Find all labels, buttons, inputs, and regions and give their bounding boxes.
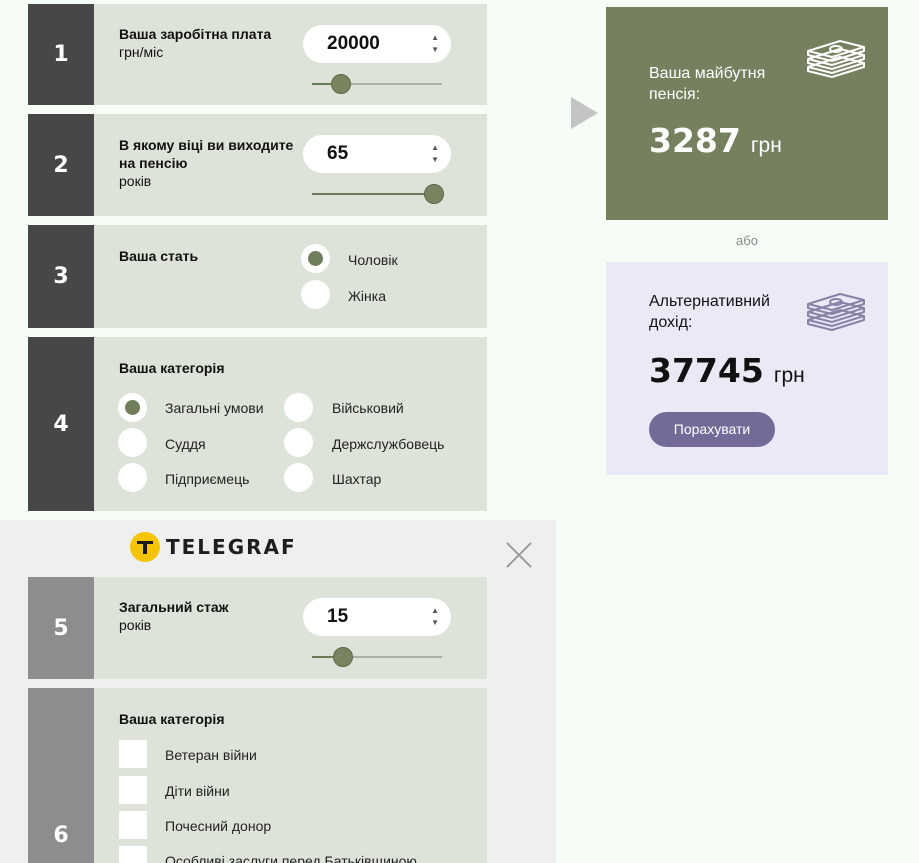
step-number: 2 xyxy=(28,114,94,216)
step-number: 3 xyxy=(28,225,94,328)
telegraf-logo: TELEGRAF xyxy=(130,532,297,562)
slider-handle[interactable] xyxy=(333,647,354,667)
telegraf-overlay: TELEGRAF 5 Загальний стаж років 15 ▲ ▼ 6 … xyxy=(0,520,556,863)
experience-slider[interactable] xyxy=(312,647,442,667)
slider-handle[interactable] xyxy=(330,74,351,94)
salary-title: Ваша заробітна плата xyxy=(119,26,272,42)
step-retirement-age: 2 В якому віці ви виходите на пенсію рок… xyxy=(28,114,487,216)
play-arrow-icon xyxy=(571,97,598,129)
age-value: 65 xyxy=(327,143,349,164)
category-radio-judge[interactable] xyxy=(118,428,147,457)
label-honorary-donor: Почесний донор xyxy=(165,818,272,834)
telegraf-wordmark: TELEGRAF xyxy=(166,535,297,559)
gender-radio-female[interactable] xyxy=(301,280,330,309)
pension-label-line1: Ваша майбутня xyxy=(649,65,766,82)
category-radio-miner[interactable] xyxy=(284,463,313,492)
experience-label: Загальний стаж років xyxy=(119,598,229,634)
category-label-civil-servant: Держслужбовець xyxy=(332,436,445,452)
calculate-button[interactable]: Порахувати xyxy=(649,412,775,447)
step-number: 6 xyxy=(28,688,94,863)
age-stepper[interactable]: 65 ▲ ▼ xyxy=(303,135,451,173)
slider-fill xyxy=(312,193,435,195)
category-label-military: Військовий xyxy=(332,400,404,416)
step-number: 4 xyxy=(28,337,94,511)
age-label: В якому віці ви виходите на пенсію років xyxy=(119,136,293,190)
age-title-line1: В якому віці ви виходите xyxy=(119,137,294,153)
age-title-line2: на пенсію xyxy=(119,155,188,171)
telegraf-t-icon xyxy=(130,532,160,562)
checkbox-war-veteran[interactable] xyxy=(119,740,147,768)
alt-income-value: 37745 xyxy=(649,351,764,390)
experience-unit: років xyxy=(119,617,152,633)
pension-amount-unit: грн xyxy=(750,134,782,157)
category-radio-civil-servant[interactable] xyxy=(284,428,313,457)
label-special-merit: Особливі заслуги перед Батьківщиною xyxy=(165,853,417,863)
category-title: Ваша категорія xyxy=(119,360,225,376)
money-stack-icon xyxy=(807,293,865,331)
pension-result-panel: Ваша майбутня пенсія: 3287 грн xyxy=(606,7,888,220)
category-radio-military[interactable] xyxy=(284,393,313,422)
category-label-entrepreneur: Підприємець xyxy=(165,471,250,487)
age-slider[interactable] xyxy=(312,184,445,204)
alt-income-unit: грн xyxy=(773,364,805,387)
step-work-experience: 5 Загальний стаж років 15 ▲ ▼ xyxy=(28,577,487,679)
money-stack-icon xyxy=(807,40,865,78)
close-icon[interactable] xyxy=(506,542,532,568)
salary-label: Ваша заробітна плата грн/міс xyxy=(119,25,271,61)
gender-label-male: Чоловік xyxy=(348,252,398,268)
or-separator: або xyxy=(736,233,758,248)
alt-income-amount: 37745 грн xyxy=(649,351,805,390)
category-radio-general[interactable] xyxy=(118,393,147,422)
alternative-income-panel: Альтернативний дохід: 37745 грн Порахуват… xyxy=(606,262,888,475)
experience-stepper[interactable]: 15 ▲ ▼ xyxy=(303,598,451,636)
experience-value: 15 xyxy=(327,606,349,627)
category-radio-entrepreneur[interactable] xyxy=(118,463,147,492)
stepper-arrows-icon[interactable]: ▲ ▼ xyxy=(431,605,439,629)
alt-income-label-line2: дохід: xyxy=(649,314,693,331)
step-special-category: 6 Ваша категорія Ветеран війни Діти війн… xyxy=(28,688,487,863)
salary-value: 20000 xyxy=(327,33,380,54)
gender-radio-male[interactable] xyxy=(301,244,330,273)
age-unit: років xyxy=(119,173,152,189)
checkbox-war-children[interactable] xyxy=(119,776,147,804)
pension-amount: 3287 грн xyxy=(649,121,782,160)
stepper-arrows-icon[interactable]: ▲ ▼ xyxy=(431,142,439,166)
gender-title: Ваша стать xyxy=(119,248,199,264)
label-war-children: Діти війни xyxy=(165,783,230,799)
category-label-miner: Шахтар xyxy=(332,471,382,487)
alt-income-label-line1: Альтернативний xyxy=(649,293,770,310)
special-category-title: Ваша категорія xyxy=(119,711,225,727)
category-label-general: Загальні умови xyxy=(165,400,264,416)
salary-slider[interactable] xyxy=(312,74,442,94)
label-war-veteran: Ветеран війни xyxy=(165,747,257,763)
step-number: 1 xyxy=(28,4,94,105)
step-gender: 3 Ваша стать Чоловік Жінка xyxy=(28,225,487,328)
pension-label-line2: пенсія: xyxy=(649,86,701,103)
step-number: 5 xyxy=(28,577,94,679)
salary-stepper[interactable]: 20000 ▲ ▼ xyxy=(303,25,451,63)
category-label-judge: Суддя xyxy=(165,436,206,452)
stepper-arrows-icon[interactable]: ▲ ▼ xyxy=(431,32,439,56)
step-category: 4 Ваша категорія Загальні умови Військов… xyxy=(28,337,487,511)
alt-income-label: Альтернативний дохід: xyxy=(649,291,770,333)
step-salary: 1 Ваша заробітна плата грн/міс 20000 ▲ ▼ xyxy=(28,4,487,105)
salary-unit: грн/міс xyxy=(119,44,164,60)
gender-label-female: Жінка xyxy=(348,288,386,304)
pension-amount-value: 3287 xyxy=(649,121,741,160)
slider-handle[interactable] xyxy=(424,184,445,204)
checkbox-special-merit[interactable] xyxy=(119,846,147,863)
experience-title: Загальний стаж xyxy=(119,599,229,615)
pension-label: Ваша майбутня пенсія: xyxy=(649,63,765,105)
checkbox-honorary-donor[interactable] xyxy=(119,811,147,839)
